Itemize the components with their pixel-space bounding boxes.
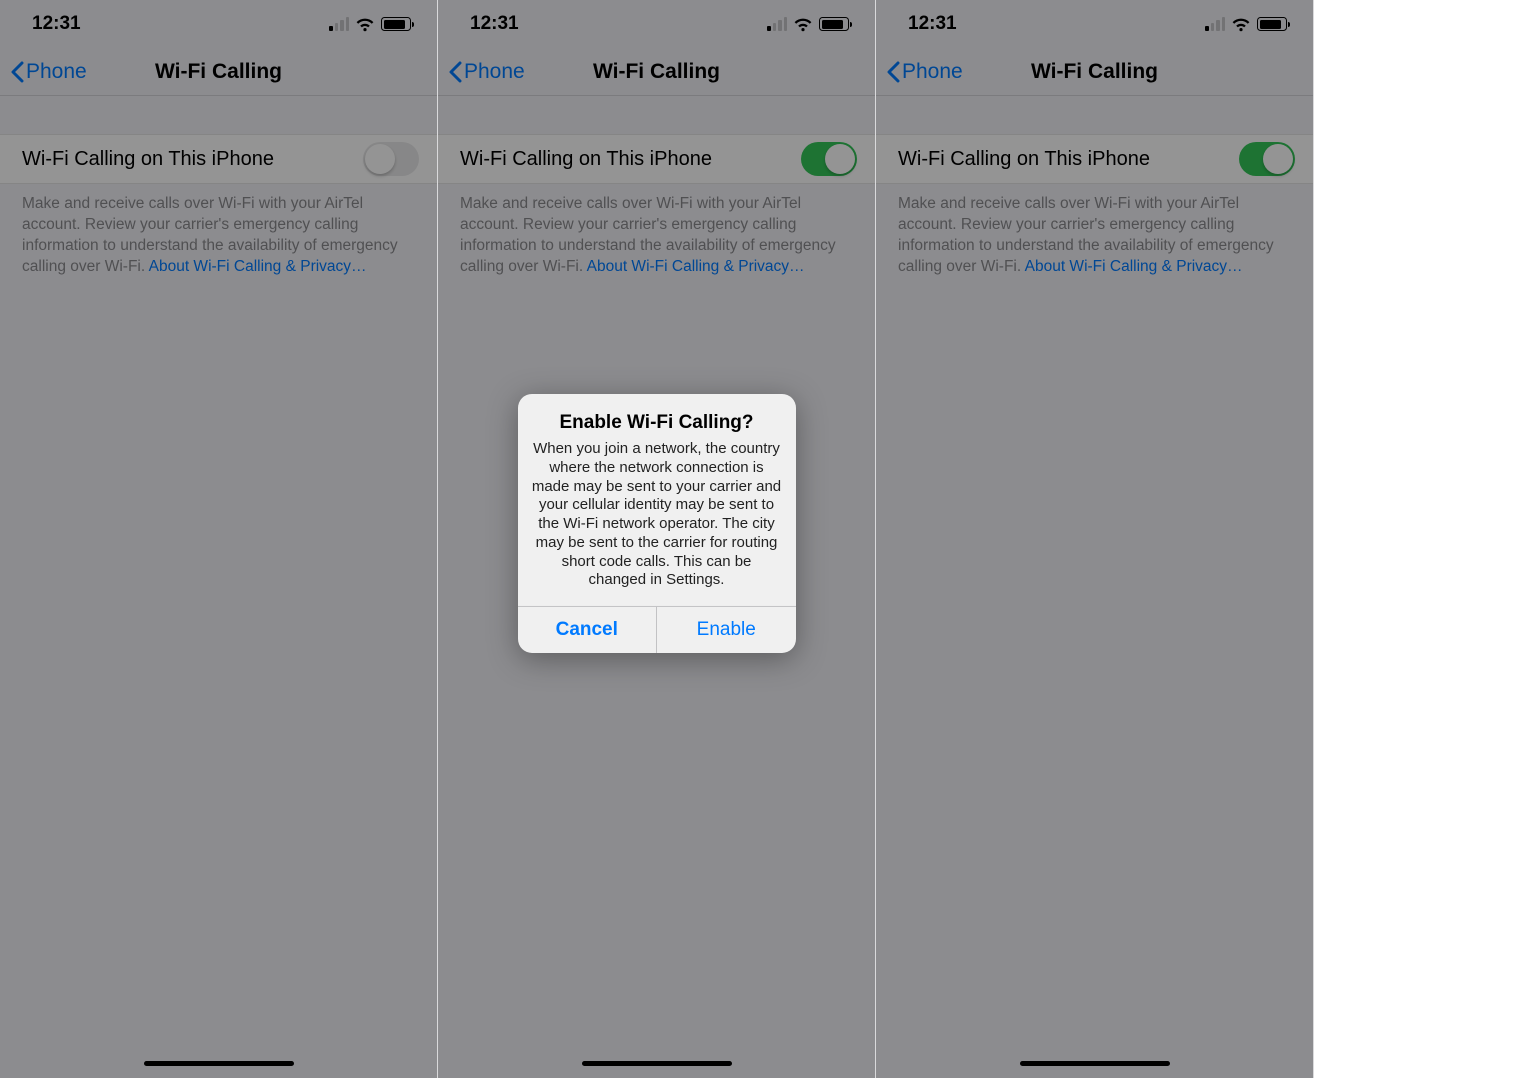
enable-wifi-calling-alert: Enable Wi-Fi Calling? When you join a ne…: [518, 394, 796, 653]
privacy-link[interactable]: About Wi-Fi Calling & Privacy…: [1025, 258, 1243, 275]
back-button[interactable]: Phone: [448, 48, 525, 95]
wifi-icon: [355, 17, 375, 32]
alert-message: When you join a network, the country whe…: [532, 440, 782, 590]
nav-bar: Phone Wi-Fi Calling: [438, 48, 875, 96]
wifi-icon: [1231, 17, 1251, 32]
back-label: Phone: [902, 60, 963, 84]
battery-icon: [381, 17, 411, 31]
status-bar: 12:31: [0, 0, 437, 48]
screen-2-enable-alert: 12:31 Phone Wi-Fi Calling Wi-Fi Calling …: [438, 0, 876, 1078]
back-label: Phone: [26, 60, 87, 84]
privacy-link[interactable]: About Wi-Fi Calling & Privacy…: [587, 258, 805, 275]
home-indicator[interactable]: [582, 1061, 732, 1067]
chevron-left-icon: [10, 61, 24, 83]
battery-icon: [1257, 17, 1287, 31]
wifi-icon: [793, 17, 813, 32]
back-button[interactable]: Phone: [886, 48, 963, 95]
status-right: [329, 17, 411, 32]
nav-bar: Phone Wi-Fi Calling: [0, 48, 437, 96]
footer-description: Make and receive calls over Wi-Fi with y…: [876, 184, 1313, 278]
toggle-label: Wi-Fi Calling on This iPhone: [898, 148, 1150, 171]
wifi-calling-toggle-off[interactable]: [363, 142, 419, 176]
enable-button[interactable]: Enable: [656, 607, 796, 653]
toggle-label: Wi-Fi Calling on This iPhone: [460, 148, 712, 171]
screen-3-wifi-calling-on: 12:31 Phone Wi-Fi Calling Wi-Fi Calling …: [876, 0, 1314, 1078]
cancel-button[interactable]: Cancel: [518, 607, 657, 653]
page-title: Wi-Fi Calling: [155, 60, 282, 84]
privacy-link[interactable]: About Wi-Fi Calling & Privacy…: [149, 258, 367, 275]
wifi-calling-toggle-row[interactable]: Wi-Fi Calling on This iPhone: [438, 134, 875, 184]
status-time: 12:31: [908, 13, 957, 35]
alert-title: Enable Wi-Fi Calling?: [532, 412, 782, 434]
screen-1-wifi-calling-off: 12:31 Phone Wi-Fi Calling Wi-Fi Calling …: [0, 0, 438, 1078]
back-button[interactable]: Phone: [10, 48, 87, 95]
status-right: [1205, 17, 1287, 32]
wifi-calling-toggle-on[interactable]: [801, 142, 857, 176]
status-time: 12:31: [32, 13, 81, 35]
status-time: 12:31: [470, 13, 519, 35]
chevron-left-icon: [448, 61, 462, 83]
home-indicator[interactable]: [144, 1061, 294, 1067]
status-bar: 12:31: [438, 0, 875, 48]
wifi-calling-toggle-row[interactable]: Wi-Fi Calling on This iPhone: [0, 134, 437, 184]
page-title: Wi-Fi Calling: [593, 60, 720, 84]
wifi-calling-toggle-row[interactable]: Wi-Fi Calling on This iPhone: [876, 134, 1313, 184]
cellular-signal-icon: [767, 17, 787, 31]
home-indicator[interactable]: [1020, 1061, 1170, 1067]
chevron-left-icon: [886, 61, 900, 83]
toggle-label: Wi-Fi Calling on This iPhone: [22, 148, 274, 171]
cellular-signal-icon: [329, 17, 349, 31]
status-right: [767, 17, 849, 32]
footer-description: Make and receive calls over Wi-Fi with y…: [438, 184, 875, 278]
footer-description: Make and receive calls over Wi-Fi with y…: [0, 184, 437, 278]
nav-bar: Phone Wi-Fi Calling: [876, 48, 1313, 96]
page-title: Wi-Fi Calling: [1031, 60, 1158, 84]
back-label: Phone: [464, 60, 525, 84]
wifi-calling-toggle-on[interactable]: [1239, 142, 1295, 176]
cellular-signal-icon: [1205, 17, 1225, 31]
status-bar: 12:31: [876, 0, 1313, 48]
battery-icon: [819, 17, 849, 31]
